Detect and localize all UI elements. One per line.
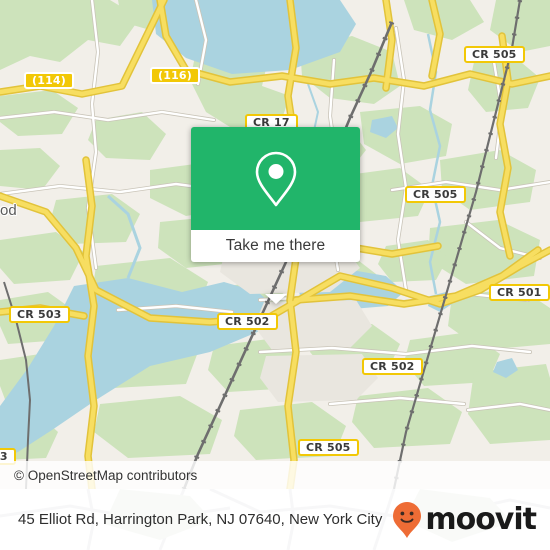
address-text: 45 Elliot Rd, Harrington Park, NJ 07640,… bbox=[18, 511, 383, 528]
road-shield-cr505-east: CR 505 bbox=[405, 186, 466, 203]
road-shield-cr502-west: CR 502 bbox=[217, 313, 278, 330]
footer-bar: 45 Elliot Rd, Harrington Park, NJ 07640,… bbox=[0, 489, 550, 550]
osm-attribution[interactable]: © OpenStreetMap contributors bbox=[0, 461, 550, 489]
road-shield-cr501: CR 501 bbox=[489, 284, 550, 301]
road-shield-cr502-east: CR 502 bbox=[362, 358, 423, 375]
road-shield-cr503: CR 503 bbox=[9, 306, 70, 323]
location-popup-card[interactable]: Take me there bbox=[191, 127, 360, 304]
popup-pointer-tail bbox=[264, 294, 287, 304]
moovit-logo[interactable]: moovit bbox=[392, 501, 537, 539]
place-label: od bbox=[0, 202, 17, 219]
road-shield-cr505-north: CR 505 bbox=[464, 46, 525, 63]
moovit-pin-icon bbox=[393, 501, 422, 538]
map-pin-icon bbox=[255, 151, 296, 206]
take-me-there-button[interactable]: Take me there bbox=[191, 230, 360, 262]
osm-attribution-text: © OpenStreetMap contributors bbox=[14, 467, 198, 483]
road-shield-116: (116) bbox=[150, 67, 201, 84]
popup-header bbox=[191, 127, 360, 230]
road-shield-cr505-south: CR 505 bbox=[298, 439, 359, 456]
road-shield-114: (114) bbox=[24, 72, 75, 89]
moovit-wordmark: moovit bbox=[425, 501, 537, 537]
take-me-there-label: Take me there bbox=[225, 237, 326, 254]
moovit-map-screenshot: od (114) (116) CR 17 CR 505 CR 505 CR 50… bbox=[0, 0, 550, 550]
